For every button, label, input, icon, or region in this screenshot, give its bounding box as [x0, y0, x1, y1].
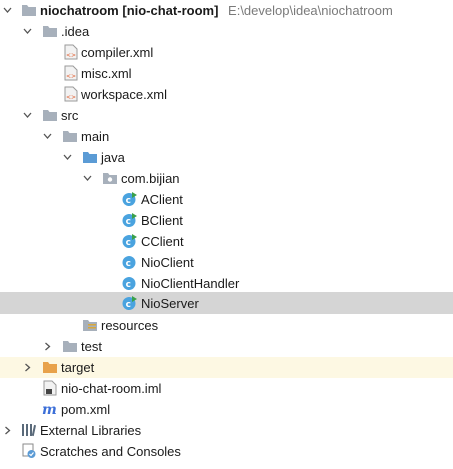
folder-icon	[42, 23, 58, 39]
tree-row-main[interactable]: main	[0, 126, 453, 147]
maven-pom-icon: m	[42, 401, 58, 417]
folder-label: test	[81, 339, 102, 354]
svg-text:c: c	[126, 217, 131, 227]
class-label: AClient	[141, 192, 183, 207]
runnable-class-icon: c	[122, 295, 138, 311]
tree-row-src[interactable]: src	[0, 105, 453, 126]
expand-arrow-icon[interactable]	[43, 342, 52, 351]
collapse-arrow-icon[interactable]	[83, 174, 92, 183]
iml-file-icon	[42, 380, 58, 396]
folder-icon	[21, 2, 37, 18]
svg-text:<>: <>	[66, 94, 76, 101]
collapse-arrow-icon[interactable]	[63, 153, 72, 162]
package-label: com.bijian	[121, 171, 180, 186]
tree-row-target[interactable]: target	[0, 357, 453, 378]
svg-text:c: c	[126, 280, 131, 290]
svg-text:<>: <>	[66, 73, 76, 80]
expand-arrow-icon[interactable]	[3, 426, 12, 435]
tree-row-idea[interactable]: .idea	[0, 21, 453, 42]
tree-row-class[interactable]: c CClient	[0, 231, 453, 252]
tree-row-resources[interactable]: resources	[0, 315, 453, 336]
collapse-arrow-icon[interactable]	[43, 132, 52, 141]
project-name: niochatroom	[40, 3, 119, 18]
module-name: [nio-chat-room]	[122, 3, 219, 18]
collapse-arrow-icon[interactable]	[3, 6, 12, 15]
tree-row-class-selected[interactable]: c NioServer	[0, 292, 453, 314]
folder-icon	[42, 107, 58, 123]
folder-label: main	[81, 129, 110, 144]
tree-row-scratches[interactable]: Scratches and Consoles	[0, 441, 453, 462]
xml-file-icon: <>	[63, 86, 79, 102]
collapse-arrow-icon[interactable]	[23, 111, 32, 120]
project-tree[interactable]: niochatroom [nio-chat-room] E:\develop\i…	[0, 0, 453, 469]
tree-row-package[interactable]: com.bijian	[0, 168, 453, 189]
node-label: Scratches and Consoles	[40, 444, 181, 459]
folder-label: src	[61, 108, 79, 123]
file-label: compiler.xml	[81, 45, 154, 60]
tree-row-file[interactable]: m pom.xml	[0, 399, 453, 420]
class-label: CClient	[141, 234, 184, 249]
file-label: pom.xml	[61, 402, 111, 417]
runnable-class-icon: c	[122, 233, 138, 249]
svg-text:c: c	[126, 238, 131, 248]
tree-row-file[interactable]: <> workspace.xml	[0, 84, 453, 105]
tree-row-class[interactable]: c NioClientHandler	[0, 273, 453, 294]
tree-row-java[interactable]: java	[0, 147, 453, 168]
svg-text:c: c	[126, 300, 131, 310]
scratches-icon	[21, 443, 37, 459]
java-class-icon: c	[122, 275, 138, 291]
excluded-folder-icon	[42, 359, 58, 375]
class-label: NioClient	[141, 255, 194, 270]
class-label: NioClientHandler	[141, 276, 240, 291]
tree-row-class[interactable]: c NioClient	[0, 252, 453, 273]
tree-row-class[interactable]: c AClient	[0, 189, 453, 210]
tree-row-file[interactable]: <> misc.xml	[0, 63, 453, 84]
class-label: NioServer	[141, 295, 199, 311]
tree-row-file[interactable]: <> compiler.xml	[0, 42, 453, 63]
tree-row-file[interactable]: nio-chat-room.iml	[0, 378, 453, 399]
expand-arrow-icon[interactable]	[23, 363, 32, 372]
project-path: E:\develop\idea\niochatroom	[228, 3, 393, 18]
svg-text:<>: <>	[66, 52, 76, 59]
external-libraries-icon	[21, 422, 37, 438]
folder-icon	[62, 338, 78, 354]
node-label: External Libraries	[40, 423, 142, 438]
file-label: nio-chat-room.iml	[61, 381, 162, 396]
folder-icon	[62, 128, 78, 144]
tree-row-external-libraries[interactable]: External Libraries	[0, 420, 453, 441]
tree-row-root[interactable]: niochatroom [nio-chat-room] E:\develop\i…	[0, 0, 453, 21]
svg-text:c: c	[126, 196, 131, 206]
folder-label: java	[101, 150, 125, 165]
runnable-class-icon: c	[122, 191, 138, 207]
package-icon	[102, 170, 118, 186]
folder-label: target	[61, 360, 95, 375]
xml-file-icon: <>	[63, 44, 79, 60]
svg-text:m: m	[42, 402, 57, 417]
xml-file-icon: <>	[63, 65, 79, 81]
folder-label: resources	[101, 318, 159, 333]
file-label: misc.xml	[81, 66, 132, 81]
resources-folder-icon	[82, 317, 98, 333]
java-class-icon: c	[122, 254, 138, 270]
tree-row-test[interactable]: test	[0, 336, 453, 357]
tree-row-class[interactable]: c BClient	[0, 210, 453, 231]
collapse-arrow-icon[interactable]	[23, 27, 32, 36]
runnable-class-icon: c	[122, 212, 138, 228]
source-folder-icon	[82, 149, 98, 165]
folder-label: .idea	[61, 24, 90, 39]
svg-text:c: c	[126, 259, 131, 269]
file-label: workspace.xml	[81, 87, 167, 102]
class-label: BClient	[141, 213, 183, 228]
